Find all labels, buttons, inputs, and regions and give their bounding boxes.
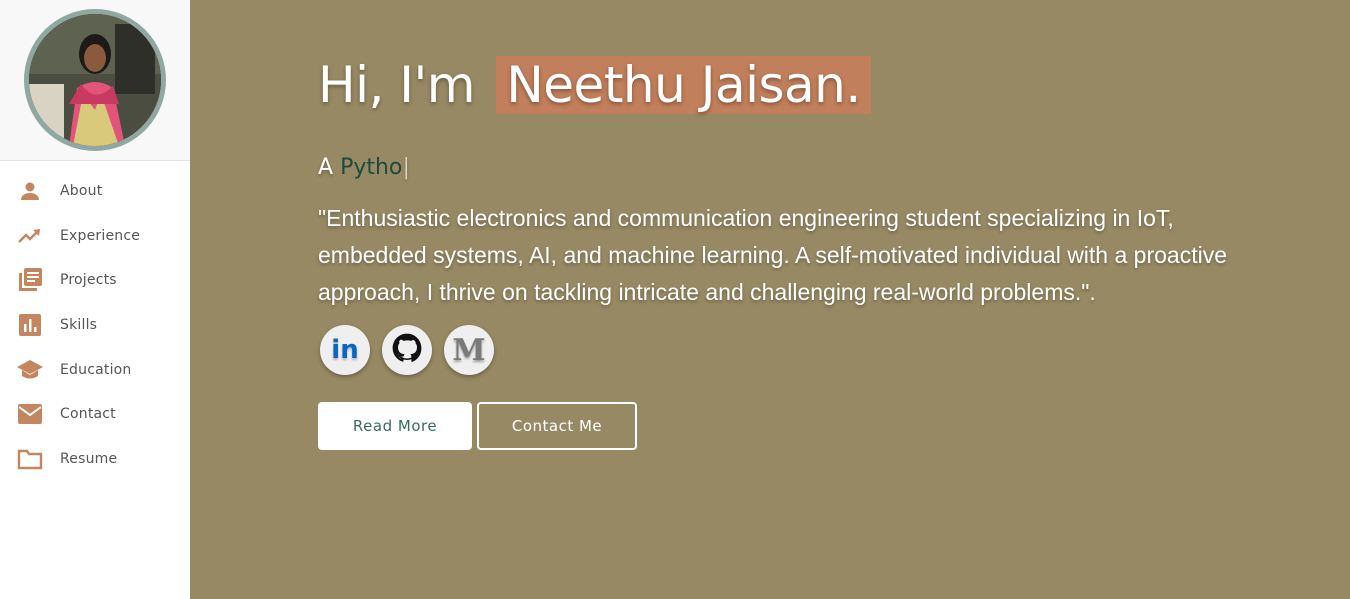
sidebar-item-label: Education <box>60 361 132 378</box>
typing-cursor: | <box>402 155 410 180</box>
sidebar-item-experience[interactable]: Experience <box>0 214 190 259</box>
avatar <box>24 9 166 151</box>
hero-heading: Hi, I'm Neethu Jaisan. <box>318 56 871 114</box>
sidebar-item-contact[interactable]: Contact <box>0 392 190 437</box>
linkedin-icon: in <box>331 335 359 365</box>
hero-section: Hi, I'm Neethu Jaisan. A Pytho| "Enthusi… <box>190 0 1350 599</box>
avatar-container <box>0 0 190 161</box>
greeting-text: Hi, I'm <box>318 56 475 114</box>
typed-prefix: A <box>318 155 334 180</box>
sidebar-item-label: Experience <box>60 227 141 244</box>
mail-icon <box>16 400 44 428</box>
sidebar-item-about[interactable]: About <box>0 169 190 214</box>
sidebar-item-education[interactable]: Education <box>0 347 190 392</box>
contact-me-button[interactable]: Contact Me <box>477 402 637 450</box>
sidebar-item-label: Projects <box>60 272 117 289</box>
sidebar-item-projects[interactable]: Projects <box>0 258 190 303</box>
sidebar-item-label: About <box>60 183 103 200</box>
library-books-icon <box>16 266 44 294</box>
sidebar-item-label: Resume <box>60 450 118 467</box>
typed-text: Pytho <box>340 155 403 180</box>
typed-line: A Pytho| <box>318 155 410 180</box>
folder-icon <box>16 445 44 473</box>
read-more-button[interactable]: Read More <box>318 402 472 450</box>
github-icon <box>392 333 422 368</box>
bar-chart-icon <box>16 311 44 339</box>
intro-paragraph: "Enthusiastic electronics and communicat… <box>318 205 1227 305</box>
hero-name: Neethu Jaisan. <box>496 56 871 114</box>
sidebar-item-label: Skills <box>60 317 98 334</box>
graduation-cap-icon <box>16 356 44 384</box>
sidebar: About Experience Projects Skills Educati… <box>0 0 190 599</box>
github-link[interactable] <box>382 325 432 375</box>
social-links: in M <box>320 325 494 375</box>
sidebar-nav: About Experience Projects Skills Educati… <box>0 161 190 481</box>
linkedin-link[interactable]: in <box>320 325 370 375</box>
sidebar-item-skills[interactable]: Skills <box>0 303 190 348</box>
medium-icon: M <box>452 332 486 368</box>
sidebar-item-resume[interactable]: Resume <box>0 437 190 482</box>
person-icon <box>16 177 44 205</box>
medium-link[interactable]: M <box>444 325 494 375</box>
trending-up-icon <box>16 222 44 250</box>
sidebar-item-label: Contact <box>60 406 116 423</box>
